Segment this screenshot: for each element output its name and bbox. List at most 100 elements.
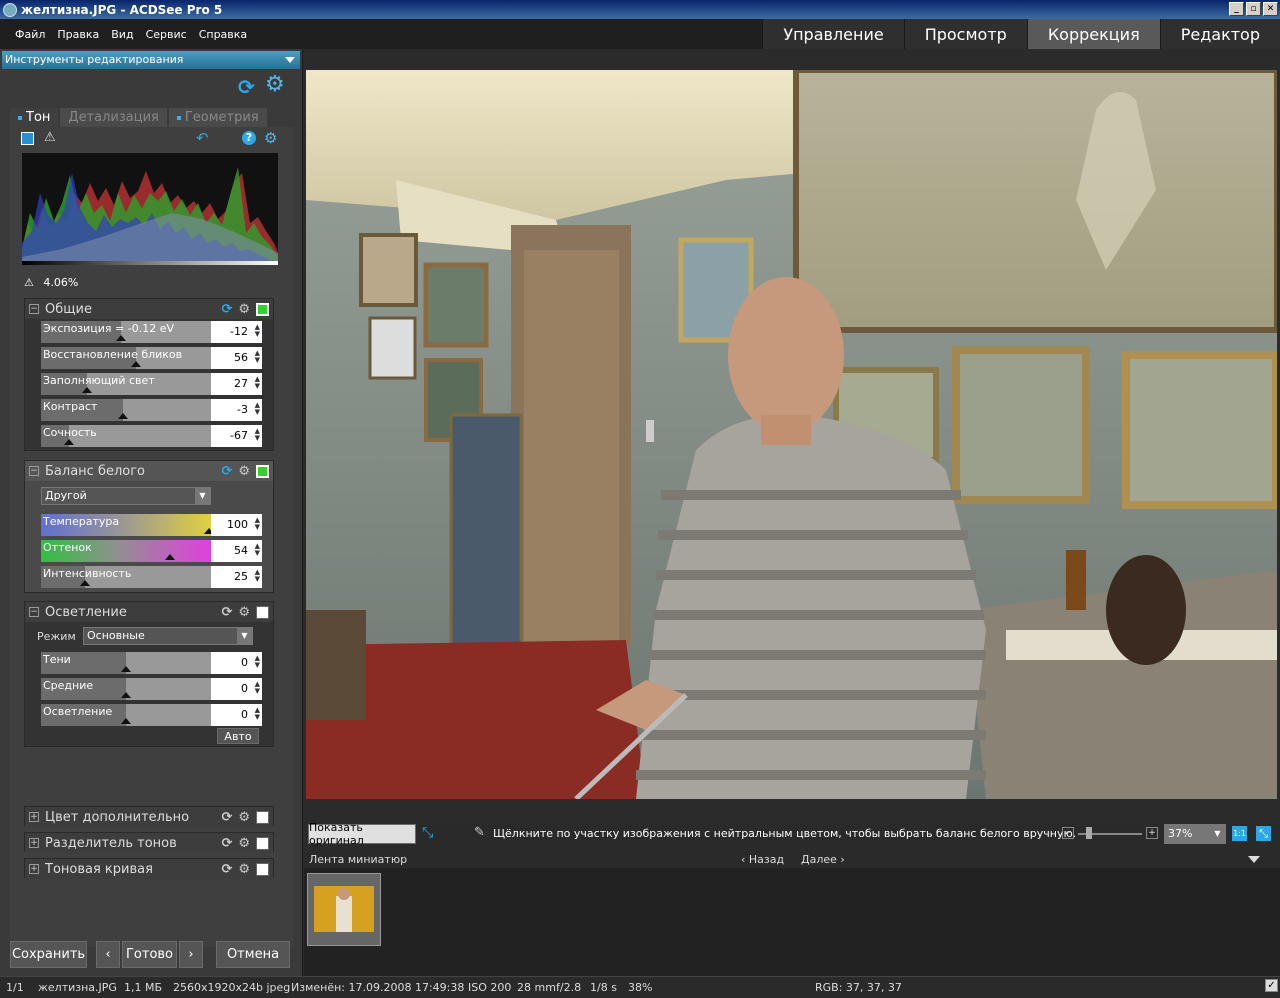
reset-icon[interactable]: ⟳ [221, 464, 232, 479]
histogram-save-icon[interactable] [21, 132, 34, 145]
temperature-slider[interactable]: Температура 100 ▲ ▼ [41, 514, 262, 536]
spinner-icon[interactable]: ▲ ▼ [255, 376, 260, 390]
wb-preset-select[interactable]: Другой ▼ [41, 487, 211, 505]
spinner-icon[interactable]: ▲ ▼ [255, 707, 260, 721]
mode-edit[interactable]: Редактор [1159, 19, 1280, 49]
minimize-button[interactable]: _ [1229, 2, 1244, 16]
section-split-tone-header[interactable]: + Разделитель тонов ⟳ ⚙ [25, 833, 273, 853]
menu-view[interactable]: Вид [105, 28, 139, 41]
spinner-icon[interactable]: ▲ ▼ [255, 569, 260, 583]
close-button[interactable]: ✕ [1263, 2, 1278, 16]
expand-icon[interactable]: + [29, 864, 39, 874]
expand-icon[interactable]: + [29, 838, 39, 848]
mode-view[interactable]: Просмотр [903, 19, 1027, 49]
zoom-select[interactable]: 37% ▼ [1164, 824, 1226, 844]
warning-icon[interactable]: ⚠ [44, 130, 56, 145]
slider-thumb[interactable] [118, 413, 128, 419]
intensity-slider[interactable]: Интенсивность 25 ▲ ▼ [41, 566, 262, 588]
fit-to-window-icon[interactable]: ⤡ [1256, 826, 1271, 841]
section-white-balance-header[interactable]: − Баланс белого ⟳ ⚙ [25, 461, 273, 481]
slider-thumb[interactable] [64, 439, 74, 445]
slider-thumb[interactable] [80, 580, 90, 586]
menu-file[interactable]: Файл [9, 28, 51, 41]
enable-checkbox[interactable] [256, 837, 269, 850]
gear-icon[interactable]: ⚙ [238, 302, 250, 317]
enable-checkbox[interactable] [256, 606, 269, 619]
undo-icon[interactable]: ↶ [196, 129, 209, 147]
slider-thumb[interactable] [121, 692, 131, 698]
reset-icon[interactable]: ⟳ [221, 810, 232, 825]
menu-tools[interactable]: Сервис [140, 28, 193, 41]
tint-slider[interactable]: Оттенок 54 ▲ ▼ [41, 540, 262, 562]
filmstrip-next[interactable]: Далее › [801, 853, 845, 866]
chevron-down-icon[interactable]: ▼ [195, 488, 210, 504]
panel-dropdown-icon[interactable] [285, 57, 295, 63]
zoom-slider-thumb[interactable] [1086, 827, 1092, 839]
spinner-icon[interactable]: ▲ ▼ [255, 543, 260, 557]
cancel-button[interactable]: Отмена [216, 941, 290, 968]
lighting-mode-select[interactable]: Основные ▼ [83, 627, 253, 645]
reset-all-icon[interactable]: ⟳ [238, 75, 255, 99]
help-icon[interactable]: ? [242, 131, 256, 145]
settings-gear-icon[interactable]: ⚙ [265, 72, 285, 97]
chevron-down-icon[interactable]: ▼ [237, 628, 252, 644]
vibrance-slider[interactable]: Сочность -67 ▲ ▼ [41, 425, 262, 447]
slider-thumb[interactable] [165, 554, 175, 560]
chevron-down-icon[interactable]: ▼ [1210, 825, 1225, 843]
tab-detail[interactable]: Детализация [60, 108, 167, 127]
contrast-slider[interactable]: Контраст -3 ▲ ▼ [41, 399, 262, 421]
spinner-icon[interactable]: ▲ ▼ [255, 324, 260, 338]
mode-manage[interactable]: Управление [762, 19, 904, 49]
gear-icon[interactable]: ⚙ [238, 810, 250, 825]
enable-checkbox[interactable] [256, 465, 269, 478]
menu-edit[interactable]: Правка [51, 28, 105, 41]
expand-icon[interactable]: ⤡ [422, 825, 433, 841]
spinner-icon[interactable]: ▲ ▼ [255, 402, 260, 416]
zoom-out-icon[interactable]: − [1062, 827, 1074, 839]
enable-checkbox[interactable] [256, 811, 269, 824]
section-general-header[interactable]: − Общие ⟳ ⚙ [25, 299, 273, 319]
fill-light-slider[interactable]: Заполняющий свет 27 ▲ ▼ [41, 373, 262, 395]
reset-icon[interactable]: ⟳ [221, 302, 232, 317]
gear-icon[interactable]: ⚙ [238, 836, 250, 851]
expand-icon[interactable]: + [29, 812, 39, 822]
gear-icon[interactable]: ⚙ [238, 862, 250, 877]
status-checkbox[interactable]: ✓ [1265, 979, 1278, 992]
thumbnail[interactable] [307, 873, 381, 946]
tab-tone[interactable]: Тон [10, 108, 59, 127]
section-tone-curve-header[interactable]: + Тоновая кривая ⟳ ⚙ [25, 859, 273, 879]
highlights-slider[interactable]: Осветление 0 ▲ ▼ [41, 704, 262, 726]
panel-header[interactable]: Инструменты редактирования [2, 51, 300, 69]
spinner-icon[interactable]: ▲ ▼ [255, 681, 260, 695]
collapse-icon[interactable]: − [29, 304, 39, 314]
exposure-slider[interactable]: Экспозиция = -0.12 eV -12 ▲ ▼ [41, 321, 262, 343]
highlight-recovery-slider[interactable]: Восстановление бликов 56 ▲ ▼ [41, 347, 262, 369]
reset-icon[interactable]: ⟳ [221, 836, 232, 851]
prev-arrow-icon[interactable]: ‹ [96, 941, 120, 968]
slider-thumb[interactable] [82, 387, 92, 393]
spinner-icon[interactable]: ▲ ▼ [255, 350, 260, 364]
section-lighting-header[interactable]: − Осветление ⟳ ⚙ [25, 602, 273, 622]
gear-icon[interactable]: ⚙ [238, 605, 250, 620]
spinner-icon[interactable]: ▲ ▼ [255, 655, 260, 669]
slider-thumb[interactable] [131, 361, 141, 367]
done-button[interactable]: Готово [122, 941, 177, 968]
show-original-button[interactable]: Показать оригинал [308, 821, 416, 847]
spinner-icon[interactable]: ▲ ▼ [255, 428, 260, 442]
collapse-icon[interactable]: − [29, 466, 39, 476]
reset-icon[interactable]: ⟳ [221, 605, 232, 620]
menu-help[interactable]: Справка [193, 28, 253, 41]
filmstrip-menu-icon[interactable] [1248, 856, 1260, 863]
gear-icon[interactable]: ⚙ [238, 464, 250, 479]
collapse-icon[interactable]: − [29, 607, 39, 617]
enable-checkbox[interactable] [256, 863, 269, 876]
shadows-slider[interactable]: Тени 0 ▲ ▼ [41, 652, 262, 674]
auto-button[interactable]: Авто [217, 728, 259, 744]
section-color-advanced-header[interactable]: + Цвет дополнительно ⟳ ⚙ [25, 807, 273, 827]
slider-thumb[interactable] [121, 666, 131, 672]
enable-checkbox[interactable] [256, 303, 269, 316]
spinner-icon[interactable]: ▲ ▼ [255, 517, 260, 531]
save-button[interactable]: Сохранить [10, 941, 87, 968]
slider-thumb[interactable] [116, 335, 126, 341]
zoom-in-icon[interactable]: + [1146, 827, 1158, 839]
